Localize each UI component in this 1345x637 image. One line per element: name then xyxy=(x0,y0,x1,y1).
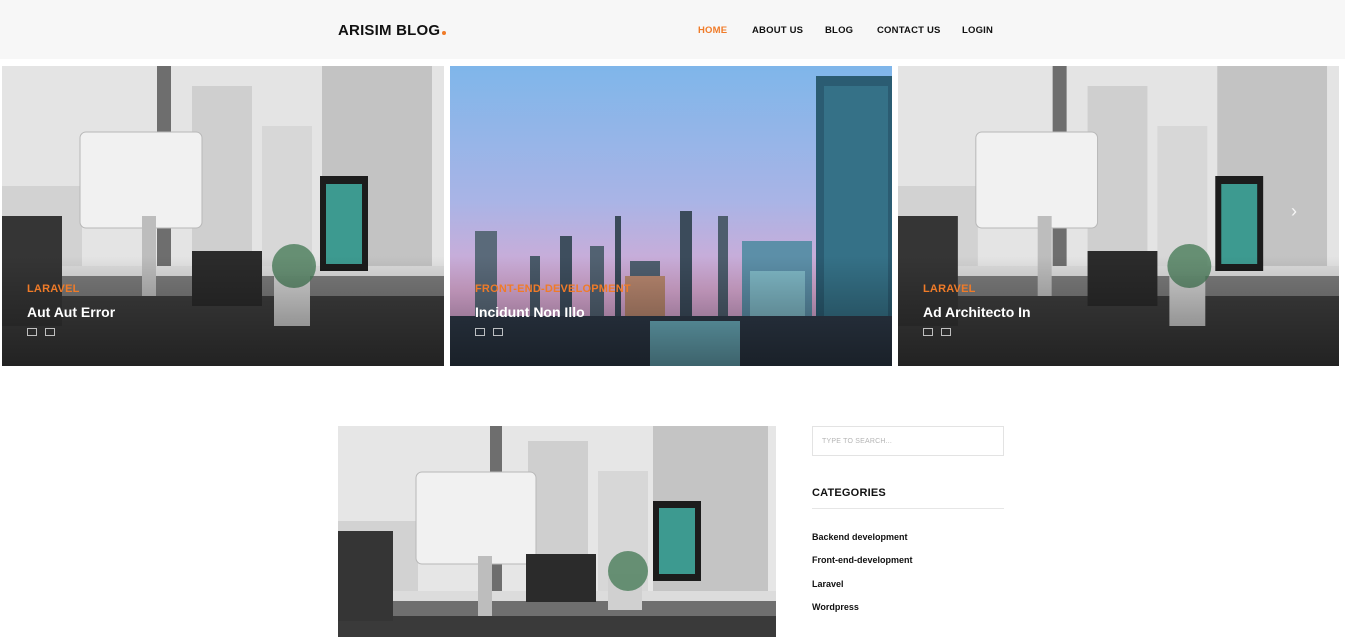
slide-category[interactable]: LARAVEL xyxy=(923,283,976,295)
category-link[interactable]: Front-end-development xyxy=(812,555,913,565)
nav-blog[interactable]: BLOG xyxy=(825,25,853,36)
category-link[interactable]: Backend development xyxy=(812,532,908,542)
list-item: Front-end-development xyxy=(812,550,913,573)
slide-title[interactable]: Incidunt Non Illo xyxy=(475,304,585,320)
slide-meta xyxy=(27,328,55,336)
slide-title[interactable]: Ad Architecto In xyxy=(923,304,1031,320)
slide-title[interactable]: Aut Aut Error xyxy=(27,304,115,320)
slide-category[interactable]: FRONT-END-DEVELOPMENT xyxy=(475,283,631,295)
site-header: ARISIM BLOG HOME ABOUT US BLOG CONTACT U… xyxy=(0,0,1345,59)
nav-contact-us[interactable]: CONTACT US xyxy=(877,25,941,36)
slider-card[interactable]: FRONT-END-DEVELOPMENT Incidunt Non Illo xyxy=(450,66,892,366)
list-item: Laravel xyxy=(812,574,913,597)
search-input[interactable] xyxy=(812,426,1004,456)
nav-login[interactable]: LOGIN xyxy=(962,25,993,36)
date-icon xyxy=(475,328,485,336)
slider-card[interactable]: LARAVEL Ad Architecto In › xyxy=(898,66,1339,366)
list-item: Backend development xyxy=(812,527,913,550)
category-link[interactable]: Laravel xyxy=(812,579,844,589)
comment-icon xyxy=(941,328,951,336)
nav-about-us[interactable]: ABOUT US xyxy=(752,25,803,36)
slider-card[interactable]: LARAVEL Aut Aut Error xyxy=(2,66,444,366)
date-icon xyxy=(923,328,933,336)
slide-meta xyxy=(475,328,503,336)
main-nav: HOME ABOUT US BLOG CONTACT US LOGIN xyxy=(0,25,1345,39)
comment-icon xyxy=(493,328,503,336)
office-photo xyxy=(338,426,776,637)
categories-heading: CATEGORIES xyxy=(812,487,886,499)
post-thumbnail[interactable] xyxy=(338,426,776,637)
slide-category[interactable]: LARAVEL xyxy=(27,283,80,295)
chevron-right-icon[interactable]: › xyxy=(1291,201,1297,222)
slide-meta xyxy=(923,328,951,336)
list-item: Wordpress xyxy=(812,597,913,620)
comment-icon xyxy=(45,328,55,336)
categories-list: Backend development Front-end-developmen… xyxy=(812,527,913,620)
date-icon xyxy=(27,328,37,336)
category-link[interactable]: Wordpress xyxy=(812,602,859,612)
nav-home[interactable]: HOME xyxy=(698,25,727,36)
divider xyxy=(812,508,1004,509)
